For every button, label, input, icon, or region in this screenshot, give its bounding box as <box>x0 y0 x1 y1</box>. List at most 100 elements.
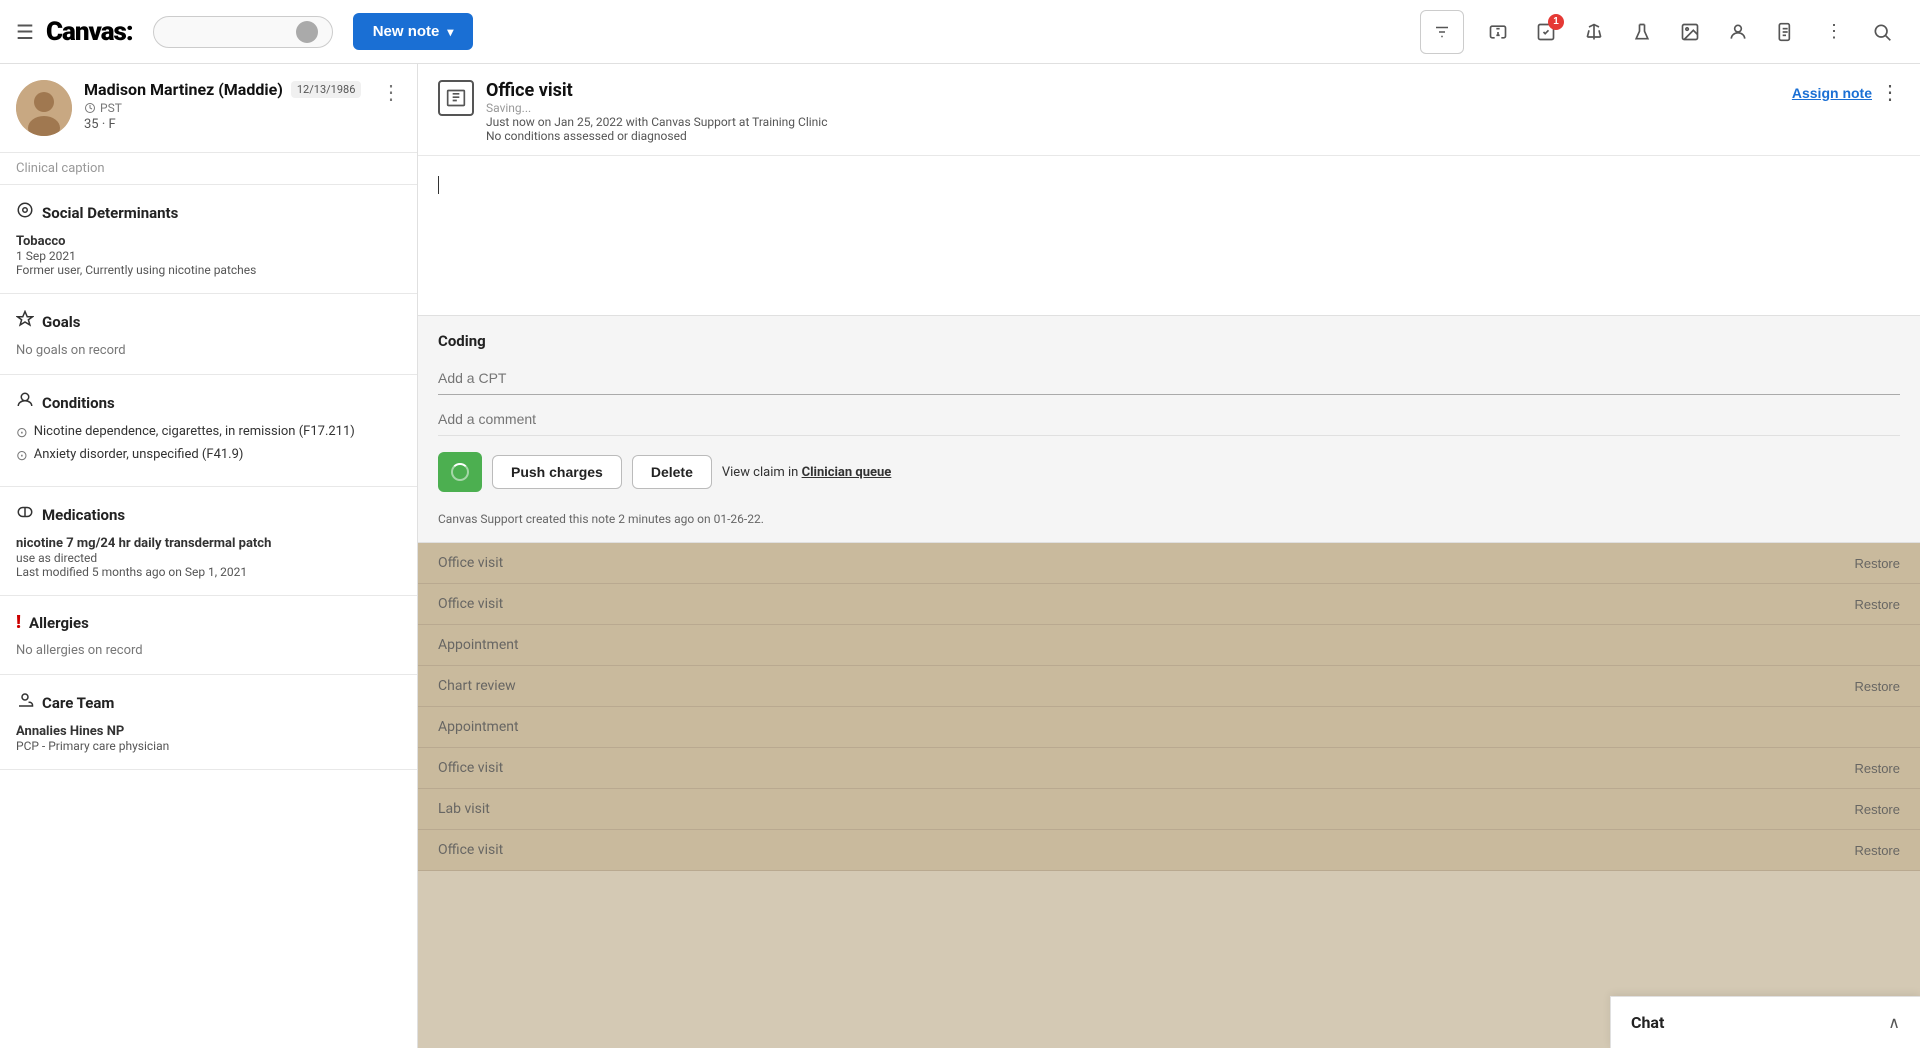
search-bar[interactable] <box>153 16 333 48</box>
coding-title: Coding <box>438 332 1900 350</box>
header-icons: 1 ⋮ <box>1476 10 1904 54</box>
conditions-title: Conditions <box>42 394 115 412</box>
cpt-input[interactable] <box>438 362 1900 395</box>
clinician-queue-link[interactable]: Clinician queue <box>802 465 892 480</box>
search-avatar <box>296 21 318 43</box>
patient-dob: 12/13/1986 <box>291 81 362 98</box>
medication-modified: Last modified 5 months ago on Sep 1, 202… <box>16 565 401 579</box>
patient-header: Madison Martinez (Maddie) 12/13/1986 PST… <box>0 64 417 153</box>
goals-icon <box>16 310 34 333</box>
loading-spinner <box>451 463 469 481</box>
document-icon-button[interactable] <box>1764 10 1808 54</box>
search-button[interactable] <box>1860 10 1904 54</box>
note-editor[interactable] <box>418 156 1920 316</box>
sidebar-section-social-determinants: Social Determinants Tobacco 1 Sep 2021 F… <box>0 185 417 294</box>
restore-button-8[interactable]: Restore <box>1854 843 1900 858</box>
note-saving-status: Saving... <box>486 101 1780 115</box>
condition-item-1: ⊙ Nicotine dependence, cigarettes, in re… <box>16 424 401 441</box>
coding-actions: Push charges Delete View claim in Clinic… <box>438 452 1900 492</box>
social-determinants-title: Social Determinants <box>42 204 178 222</box>
sidebar: Madison Martinez (Maddie) 12/13/1986 PST… <box>0 64 418 1048</box>
filter-button[interactable] <box>1420 10 1464 54</box>
note-header: Office visit Saving... Just now on Jan 2… <box>418 64 1920 156</box>
note-footer: Canvas Support created this note 2 minut… <box>438 504 1900 526</box>
past-visits-list: Office visit Restore Office visit Restor… <box>418 543 1920 871</box>
delete-button[interactable]: Delete <box>632 455 712 489</box>
past-visit-type: Office visit <box>438 842 503 858</box>
allergies-icon: ! <box>16 612 21 633</box>
care-team-title: Care Team <box>42 694 114 712</box>
past-visit-type: Lab visit <box>438 801 490 817</box>
care-team-icon <box>16 691 34 714</box>
medication-name: nicotine 7 mg/24 hr daily transdermal pa… <box>16 536 401 551</box>
search-input[interactable] <box>166 24 296 40</box>
tobacco-detail: Former user, Currently using nicotine pa… <box>16 263 401 277</box>
clinical-caption: Clinical caption <box>0 153 417 185</box>
medications-title: Medications <box>42 506 125 524</box>
medications-icon <box>16 503 34 526</box>
comment-input[interactable] <box>438 403 1900 436</box>
restore-button-2[interactable]: Restore <box>1854 597 1900 612</box>
sidebar-section-goals: Goals No goals on record <box>0 294 417 375</box>
sidebar-section-medications: Medications nicotine 7 mg/24 hr daily tr… <box>0 487 417 596</box>
main-layout: Madison Martinez (Maddie) 12/13/1986 PST… <box>0 64 1920 1048</box>
past-visit-row-8: Office visit Restore <box>418 830 1920 871</box>
past-visit-row-5: Appointment <box>418 707 1920 748</box>
allergies-no-record: No allergies on record <box>16 643 401 658</box>
past-visit-type: Office visit <box>438 760 503 776</box>
past-visit-type: Appointment <box>438 719 519 735</box>
check-icon-button[interactable]: 1 <box>1524 10 1568 54</box>
badge-count: 1 <box>1548 14 1564 30</box>
sidebar-section-care-team: Care Team Annalies Hines NP PCP - Primar… <box>0 675 417 770</box>
past-visit-row-2: Office visit Restore <box>418 584 1920 625</box>
patient-age: 35 · F <box>84 117 369 132</box>
patient-name: Madison Martinez (Maddie) <box>84 80 283 99</box>
past-visit-type: Office visit <box>438 555 503 571</box>
image-icon-button[interactable] <box>1668 10 1712 54</box>
patient-avatar <box>16 80 72 136</box>
scale-icon-button[interactable] <box>1572 10 1616 54</box>
more-options-button[interactable]: ⋮ <box>1812 10 1856 54</box>
note-meta-line1: Just now on Jan 25, 2022 with Canvas Sup… <box>486 115 1780 129</box>
restore-button-4[interactable]: Restore <box>1854 679 1900 694</box>
condition-text-2: Anxiety disorder, unspecified (F41.9) <box>34 447 244 462</box>
past-visit-type: Office visit <box>438 596 503 612</box>
note-title: Office visit <box>486 80 1780 101</box>
push-charges-button[interactable]: Push charges <box>492 455 622 489</box>
restore-button-7[interactable]: Restore <box>1854 802 1900 817</box>
menu-icon[interactable]: ☰ <box>16 20 34 44</box>
coding-section: Coding Push charges Delete View claim in… <box>418 316 1920 542</box>
social-determinants-icon <box>16 201 34 224</box>
tobacco-date: 1 Sep 2021 <box>16 249 401 263</box>
patient-info: Madison Martinez (Maddie) 12/13/1986 PST… <box>84 80 369 132</box>
medication-direction: use as directed <box>16 551 401 565</box>
restore-button-1[interactable]: Restore <box>1854 556 1900 571</box>
chat-bar[interactable]: Chat ∧ <box>1610 996 1920 1048</box>
tobacco-title: Tobacco <box>16 234 401 249</box>
save-spinner-button[interactable] <box>438 452 482 492</box>
patient-more-button[interactable]: ⋮ <box>381 80 401 104</box>
header: ☰ Canvas: New note ▾ 1 <box>0 0 1920 64</box>
sidebar-section-allergies: ! Allergies No allergies on record <box>0 596 417 675</box>
note-title-block: Office visit Saving... Just now on Jan 2… <box>486 80 1780 143</box>
text-cursor <box>438 176 439 194</box>
note-header-actions: Assign note ⋮ <box>1792 80 1900 105</box>
person-icon-button[interactable] <box>1716 10 1760 54</box>
condition-item-2: ⊙ Anxiety disorder, unspecified (F41.9) <box>16 447 401 464</box>
note-card: Office visit Saving... Just now on Jan 2… <box>418 64 1920 543</box>
care-team-member-name: Annalies Hines NP <box>16 724 401 739</box>
condition-text-1: Nicotine dependence, cigarettes, in remi… <box>34 424 355 439</box>
care-team-member-role: PCP - Primary care physician <box>16 739 401 753</box>
flask-icon-button[interactable] <box>1620 10 1664 54</box>
right-content: Office visit Saving... Just now on Jan 2… <box>418 64 1920 1048</box>
patient-timezone: PST <box>84 101 369 115</box>
conditions-icon <box>16 391 34 414</box>
note-more-button[interactable]: ⋮ <box>1880 80 1900 105</box>
assign-note-button[interactable]: Assign note <box>1792 85 1872 101</box>
past-visit-row-6: Office visit Restore <box>418 748 1920 789</box>
restore-button-6[interactable]: Restore <box>1854 761 1900 776</box>
past-visit-row-1: Office visit Restore <box>418 543 1920 584</box>
medical-icon-button[interactable] <box>1476 10 1520 54</box>
past-visit-type: Chart review <box>438 678 516 694</box>
new-note-button[interactable]: New note ▾ <box>353 13 474 50</box>
